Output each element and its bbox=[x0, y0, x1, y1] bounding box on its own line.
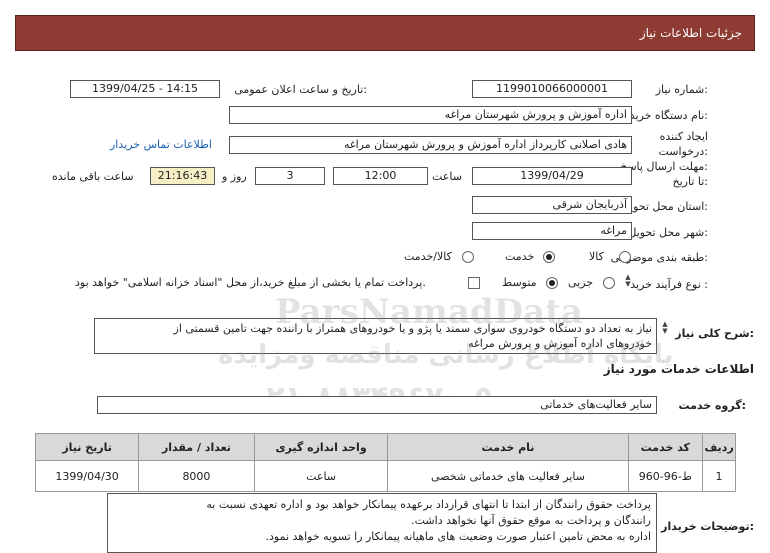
treasury-payment-checkbox[interactable] bbox=[468, 277, 480, 289]
creator-label-2: درخواست: bbox=[658, 145, 709, 158]
city-label: شهر محل تحویل: bbox=[628, 226, 708, 239]
page-header: جزئیات اطلاعات نیاز bbox=[15, 15, 755, 51]
process-option-minor: جزیی bbox=[568, 276, 594, 289]
deadline-date-field[interactable]: 1399/04/29 bbox=[472, 167, 632, 185]
announce-label: تاریخ و ساعت اعلان عمومی: bbox=[234, 83, 367, 96]
city-field[interactable]: مراغه bbox=[472, 222, 632, 240]
col-header-row-number: ردیف bbox=[702, 433, 736, 461]
col-header-unit: واحد اندازه گیری bbox=[253, 433, 389, 461]
deadline-label-1: مهلت ارسال پاسخ: bbox=[620, 160, 708, 173]
table-header-row: ردیف کد خدمت نام خدمت واحد اندازه گیری ت… bbox=[34, 433, 736, 461]
province-label: استان محل تحویل: bbox=[621, 200, 708, 213]
page-title: جزئیات اطلاعات نیاز bbox=[639, 26, 742, 40]
buyer-notes-box[interactable]: پرداخت حقوق رانندگان از ابتدا تا انتهای … bbox=[107, 493, 657, 553]
need-number-label: شماره نیاز: bbox=[655, 83, 708, 96]
category-option-service: خدمت bbox=[505, 250, 535, 263]
remaining-time-field: 21:16:43 bbox=[150, 167, 215, 185]
service-group-label: گروه خدمت: bbox=[678, 399, 746, 412]
buyer-notes-line-3: اداره به محض تامین اعتبار صورت وضعیت های… bbox=[265, 530, 651, 543]
process-radio-minor[interactable] bbox=[603, 277, 615, 289]
buyer-label: نام دستگاه خریدار: bbox=[621, 109, 708, 122]
payment-note: پرداخت تمام یا بخشی از مبلغ خرید،از محل … bbox=[75, 276, 426, 289]
remaining-label: ساعت باقی مانده bbox=[52, 170, 134, 183]
cell-quantity: 8000 bbox=[138, 460, 255, 492]
need-number-field[interactable]: 1199010066000001 bbox=[472, 80, 632, 98]
creator-field[interactable]: هادی اصلانی کارپرداز اداره آموزش و پرورش… bbox=[229, 136, 632, 154]
buyer-field[interactable]: اداره آموزش و پرورش شهرستان مراغه bbox=[229, 106, 632, 124]
col-header-service-name: نام خدمت bbox=[387, 433, 629, 461]
buyer-notes-label: توضیحات خریدار: bbox=[661, 520, 754, 533]
process-radio-medium[interactable] bbox=[546, 277, 558, 289]
description-scroll-icon[interactable]: ▲ ▼ bbox=[660, 321, 670, 335]
deadline-time-field[interactable]: 12:00 bbox=[333, 167, 428, 185]
services-table: ردیف کد خدمت نام خدمت واحد اندازه گیری ت… bbox=[34, 433, 736, 492]
process-option-medium: متوسط bbox=[502, 276, 537, 289]
days-label: روز و bbox=[222, 170, 247, 183]
col-header-need-date: تاریخ نیاز bbox=[34, 433, 140, 461]
service-group-field[interactable]: سایر فعالیت‌های خدماتی bbox=[97, 396, 657, 414]
time-label: ساعت bbox=[432, 170, 462, 183]
description-line-1: نیاز به تعداد دو دستگاه خودروی سواری سمن… bbox=[173, 322, 652, 335]
category-radio-goods[interactable] bbox=[619, 251, 631, 263]
buyer-notes-line-1: پرداخت حقوق رانندگان از ابتدا تا انتهای … bbox=[206, 498, 651, 511]
process-label: نوع فرآیند خرید : bbox=[630, 278, 708, 291]
category-radio-service[interactable] bbox=[543, 251, 555, 263]
cell-service-code: ط-96-960 bbox=[627, 460, 704, 492]
cell-service-name: سایر فعالیت های خدماتی شخصی bbox=[387, 460, 629, 492]
process-scroll-icon[interactable]: ▲ ▼ bbox=[623, 274, 633, 288]
cell-row-number: 1 bbox=[702, 460, 736, 492]
days-field[interactable]: 3 bbox=[255, 167, 325, 185]
description-label: شرح کلی نیاز: bbox=[675, 327, 754, 340]
cell-unit: ساعت bbox=[253, 460, 389, 492]
buyer-notes-line-2: رانندگان و پرداخت به موقع حقوق آنها نخوا… bbox=[411, 514, 651, 527]
col-header-quantity: تعداد / مقدار bbox=[138, 433, 255, 461]
services-section-title: اطلاعات خدمات مورد نیاز bbox=[603, 362, 754, 376]
province-field[interactable]: آذربایجان شرقی bbox=[472, 196, 632, 214]
buyer-contact-link[interactable]: اطلاعات تماس خریدار bbox=[110, 138, 212, 151]
announce-field[interactable]: 1399/04/25 - 14:15 bbox=[70, 80, 220, 98]
category-option-goods-service: کالا/خدمت bbox=[404, 250, 452, 263]
creator-label-1: ایجاد کننده bbox=[659, 130, 708, 143]
category-option-goods: کالا bbox=[589, 250, 604, 263]
table-row: 1 ط-96-960 سایر فعالیت های خدماتی شخصی س… bbox=[34, 460, 736, 492]
col-header-service-code: کد خدمت bbox=[627, 433, 704, 461]
description-line-2: خودروهای اداره آموزش و پرورش مراغه bbox=[468, 337, 652, 350]
description-box[interactable]: نیاز به تعداد دو دستگاه خودروی سواری سمن… bbox=[94, 318, 657, 354]
cell-need-date: 1399/04/30 bbox=[34, 460, 140, 492]
category-radio-goods-service[interactable] bbox=[462, 251, 474, 263]
deadline-label-2: تا تاریخ: bbox=[672, 175, 708, 188]
